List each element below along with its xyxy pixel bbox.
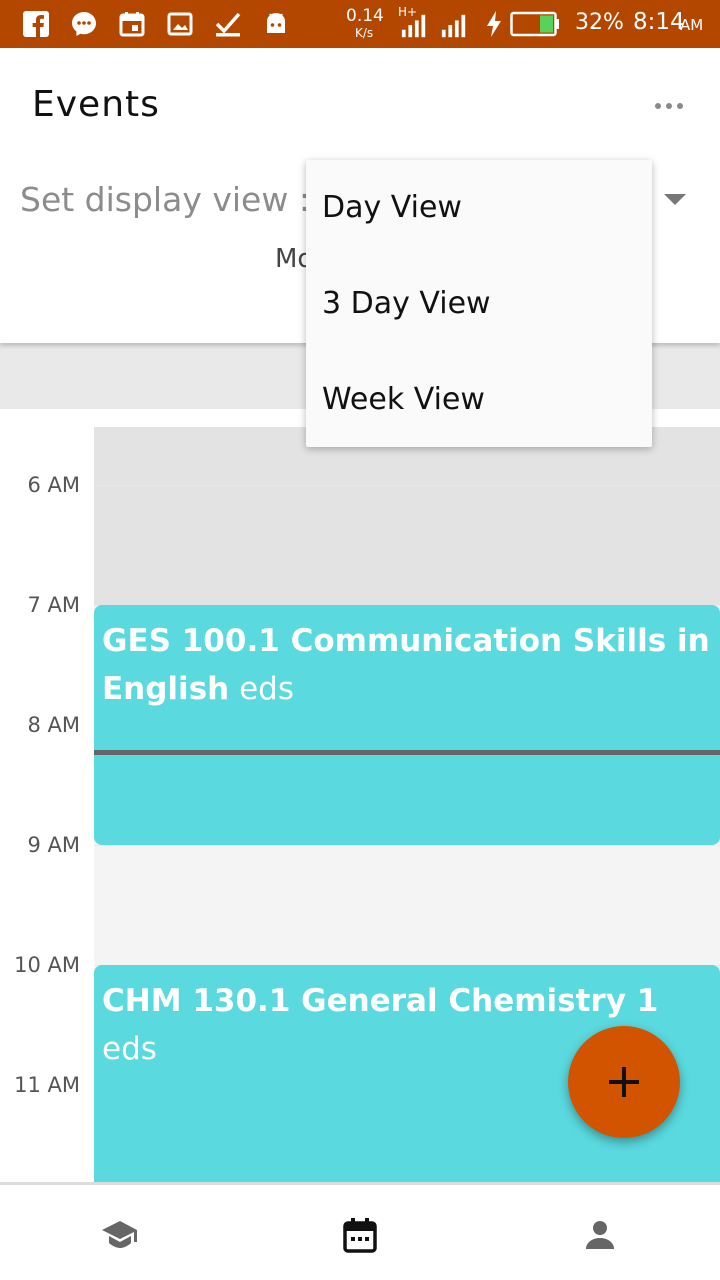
display-view-dropdown: Day View 3 Day View Week View xyxy=(306,160,652,447)
bottom-navigation xyxy=(0,1182,720,1280)
calendar-icon xyxy=(343,1218,377,1253)
hour-label: 11 AM xyxy=(14,1073,80,1097)
hour-gridline xyxy=(94,485,720,486)
facebook-icon xyxy=(22,10,50,38)
overflow-menu-button[interactable] xyxy=(644,88,694,124)
gallery-icon xyxy=(166,10,194,38)
hour-label: 9 AM xyxy=(27,833,80,857)
charging-icon xyxy=(480,10,508,38)
calendar-event-icon xyxy=(118,10,146,38)
net-speed-value: 0.14 xyxy=(346,6,384,26)
current-time-line xyxy=(94,750,720,755)
event-title: GES 100.1 Communication Skills in Englis… xyxy=(102,623,710,707)
status-bar: 0.14 K/s H+ 32% 8:14 AM xyxy=(0,0,720,48)
hour-label: 6 AM xyxy=(27,473,80,497)
overflow-dot-icon xyxy=(655,103,661,109)
display-view-label: Set display view : xyxy=(20,180,310,219)
hour-label: 8 AM xyxy=(27,713,80,737)
dropdown-item-3-day-view[interactable]: 3 Day View xyxy=(322,286,491,321)
event-suffix: eds xyxy=(229,671,294,707)
event-suffix: eds xyxy=(102,1031,157,1067)
battery-icon xyxy=(510,10,560,38)
signal-strength-2-icon xyxy=(440,12,468,40)
past-time-shade xyxy=(94,427,720,605)
messenger-icon xyxy=(70,10,98,38)
net-speed-unit: K/s xyxy=(355,26,374,40)
dropdown-item-day-view[interactable]: Day View xyxy=(322,190,462,225)
nav-events[interactable] xyxy=(340,1215,380,1255)
nav-courses[interactable] xyxy=(100,1215,140,1255)
clock-time: 8:14 xyxy=(633,9,685,35)
event-block[interactable]: GES 100.1 Communication Skills in Englis… xyxy=(94,605,720,845)
signal-strength-icon xyxy=(400,12,428,40)
nav-profile[interactable] xyxy=(580,1215,620,1255)
plus-icon xyxy=(609,1067,639,1097)
dropdown-item-week-view[interactable]: Week View xyxy=(322,382,485,417)
android-icon xyxy=(262,10,290,38)
event-title: CHM 130.1 General Chemistry 1 xyxy=(102,983,659,1019)
add-event-button[interactable] xyxy=(568,1026,680,1138)
hour-gridline xyxy=(94,845,720,846)
hour-label: 10 AM xyxy=(14,953,80,977)
dropdown-arrow-icon[interactable] xyxy=(664,194,686,205)
person-icon xyxy=(586,1221,614,1249)
clock-ampm: AM xyxy=(680,16,704,34)
overflow-dot-icon xyxy=(666,103,672,109)
overflow-dot-icon xyxy=(677,103,683,109)
graduation-cap-icon xyxy=(102,1221,137,1248)
download-done-icon xyxy=(214,10,242,38)
battery-percent: 32% xyxy=(575,10,624,35)
page-title: Events xyxy=(32,84,160,125)
hour-label: 7 AM xyxy=(27,593,80,617)
